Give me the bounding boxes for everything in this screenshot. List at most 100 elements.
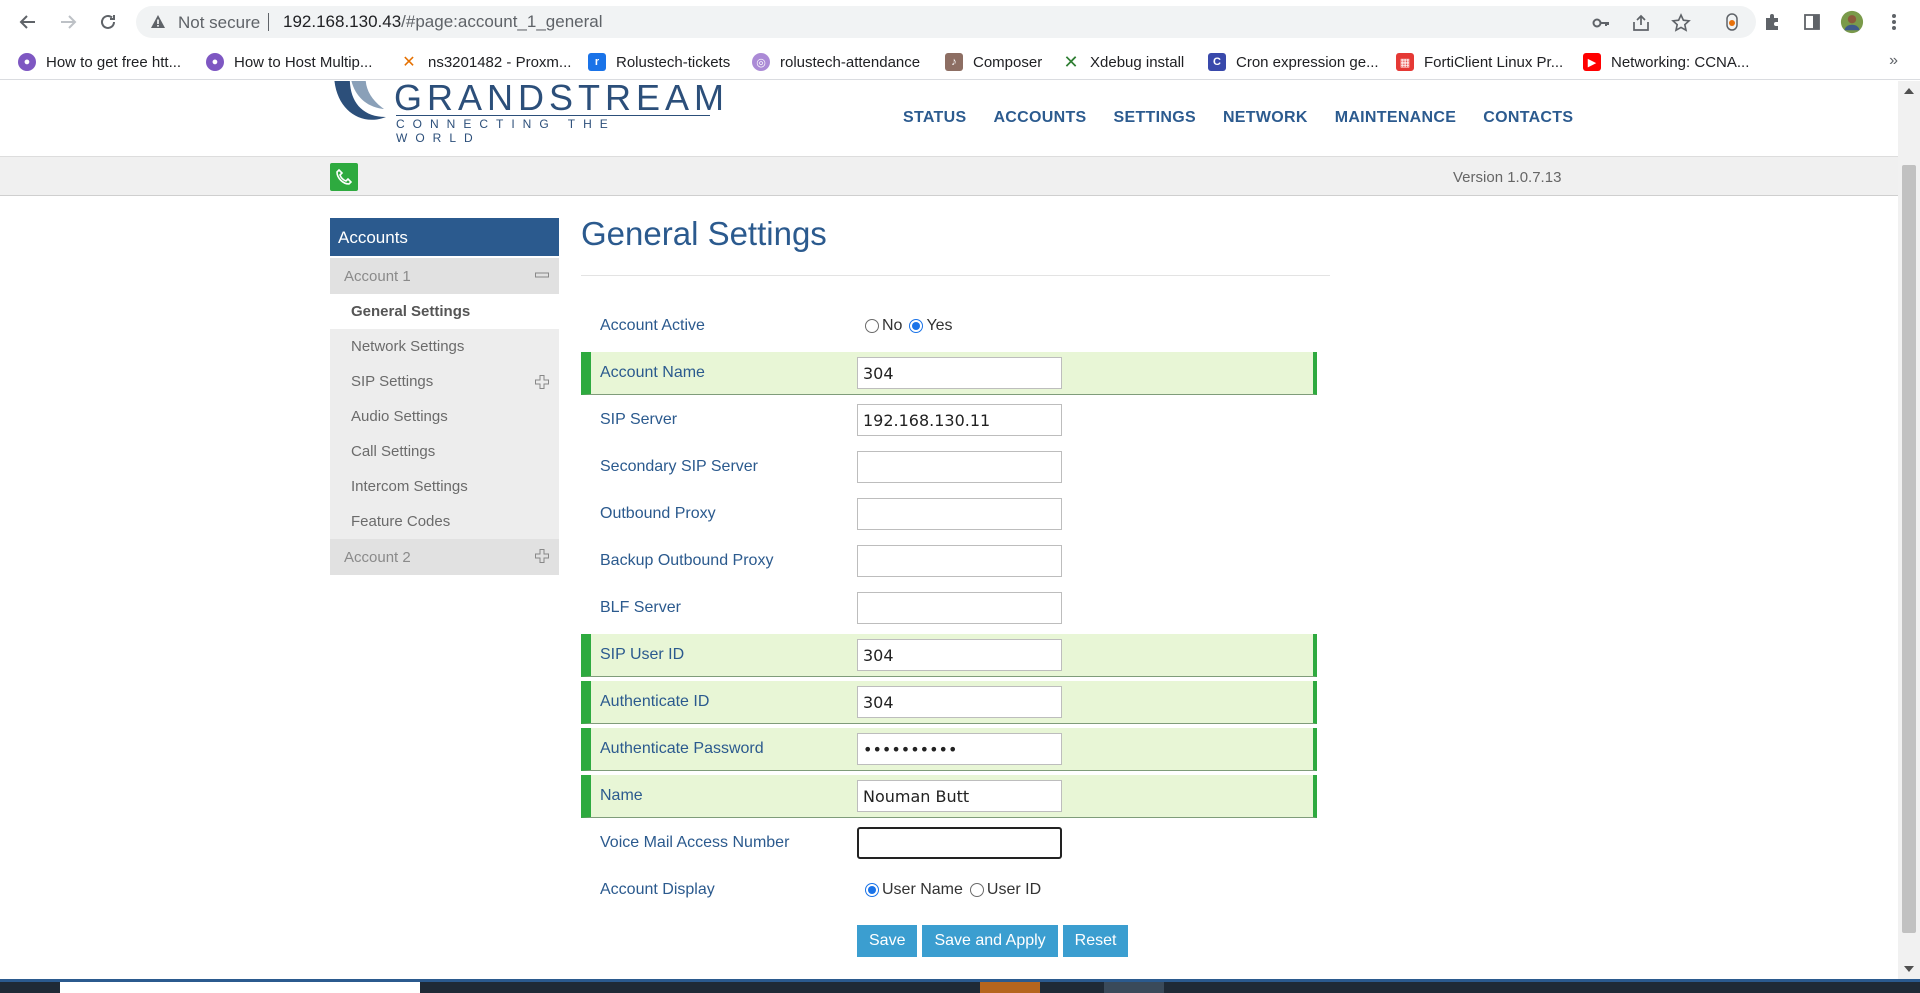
expand-plus-icon[interactable] <box>535 375 549 389</box>
menu-dots-icon[interactable] <box>1882 10 1906 34</box>
sidebar-item-feature-codes[interactable]: Feature Codes <box>330 504 559 539</box>
taskbar-item[interactable] <box>1104 982 1164 993</box>
sidebar-item-general-settings[interactable]: General Settings <box>330 294 559 329</box>
sidebar-account-1-label: Account 1 <box>344 268 411 285</box>
save-button[interactable]: Save <box>857 925 918 957</box>
authenticate-password-row: Authenticate Password <box>581 728 1317 771</box>
bookmark-5[interactable]: ◎ rolustech-attendance <box>752 51 920 73</box>
nav-status[interactable]: STATUS <box>903 109 966 127</box>
taskbar-item[interactable] <box>60 982 420 993</box>
extension-orange-icon[interactable] <box>1720 10 1744 34</box>
bookmark-7[interactable]: ✕ Xdebug install <box>1062 51 1184 73</box>
sip-server-row: SIP Server <box>581 399 1317 442</box>
backup-outbound-proxy-row: Backup Outbound Proxy <box>581 540 1317 583</box>
sidebar-item-audio-settings[interactable]: Audio Settings <box>330 399 559 434</box>
nav-contacts[interactable]: CONTACTS <box>1483 109 1573 127</box>
secondary-sip-server-input[interactable] <box>857 451 1062 483</box>
outbound-proxy-row: Outbound Proxy <box>581 493 1317 536</box>
account-active-radios: No Yes <box>862 317 957 335</box>
page-title: General Settings <box>581 215 827 252</box>
key-icon[interactable] <box>1590 12 1612 34</box>
bookmark-3[interactable]: ✕ ns3201482 - Proxm... <box>400 51 571 73</box>
security-label[interactable]: Not secure <box>178 13 260 33</box>
fortinet-icon: ▦ <box>1396 53 1414 71</box>
scroll-thumb[interactable] <box>1902 165 1916 933</box>
authenticate-password-input[interactable] <box>857 733 1062 765</box>
collapse-minus-icon[interactable] <box>535 268 549 282</box>
youtube-icon: ▶ <box>1583 53 1601 71</box>
back-icon[interactable] <box>14 8 42 36</box>
bookmark-star-icon[interactable] <box>1670 12 1692 34</box>
voice-mail-access-number-row: Voice Mail Access Number <box>581 822 1317 865</box>
outbound-proxy-input[interactable] <box>857 498 1062 530</box>
expand-plus-icon[interactable] <box>535 549 549 563</box>
side-panel-icon[interactable] <box>1800 10 1824 34</box>
sidebar-item-network-settings[interactable]: Network Settings <box>330 329 559 364</box>
bookmark-1[interactable]: ● How to get free htt... <box>18 51 181 73</box>
grandstream-logo[interactable]: GRANDSTREAM CONNECTING THE WORLD <box>330 81 724 145</box>
sidebar-item-call-settings[interactable]: Call Settings <box>330 434 559 469</box>
profile-avatar-icon[interactable] <box>1840 10 1864 34</box>
sidebar-item-intercom-settings[interactable]: Intercom Settings <box>330 469 559 504</box>
bookmark-2[interactable]: ● How to Host Multip... <box>206 51 372 73</box>
backup-outbound-proxy-input[interactable] <box>857 545 1062 577</box>
account-display-user-id-radio[interactable] <box>969 883 984 897</box>
url-path: /#page:account_1_general <box>401 12 603 31</box>
reload-icon[interactable] <box>94 8 122 36</box>
nav-maintenance[interactable]: MAINTENANCE <box>1335 109 1457 127</box>
save-and-apply-button[interactable]: Save and Apply <box>922 925 1058 957</box>
voice-mail-access-number-input[interactable] <box>857 827 1062 859</box>
bookmark-label: FortiClient Linux Pr... <box>1424 53 1564 71</box>
scroll-down-icon[interactable] <box>1904 965 1914 973</box>
phone-icon[interactable] <box>330 163 358 191</box>
sip-user-id-input[interactable] <box>857 639 1062 671</box>
bookmark-label: Networking: CCNA... <box>1611 53 1750 71</box>
account-active-yes-radio[interactable] <box>909 319 924 333</box>
field-label: SIP Server <box>600 411 678 428</box>
top-navigation: STATUS ACCOUNTS SETTINGS NETWORK MAINTEN… <box>903 109 1600 127</box>
logo-tagline: CONNECTING THE WORLD <box>396 115 710 145</box>
extensions-puzzle-icon[interactable] <box>1760 10 1784 34</box>
bookmark-9[interactable]: ▦ FortiClient Linux Pr... <box>1396 51 1563 73</box>
account-display-user-name-radio[interactable] <box>865 883 879 897</box>
composer-icon: ♪ <box>945 53 963 71</box>
account-active-label: Account Active <box>600 317 705 334</box>
bookmark-label: Cron expression ge... <box>1236 53 1379 71</box>
account-active-no-radio[interactable] <box>865 319 879 333</box>
share-icon[interactable] <box>1630 12 1652 34</box>
account-name-input[interactable] <box>857 357 1062 389</box>
nav-network[interactable]: NETWORK <box>1223 109 1308 127</box>
bookmark-4[interactable]: r Rolustech-tickets <box>588 51 730 73</box>
scroll-up-icon[interactable] <box>1904 87 1914 95</box>
logo-text: GRANDSTREAM <box>394 81 730 118</box>
bookmark-10[interactable]: ▶ Networking: CCNA... <box>1583 51 1749 73</box>
bookmark-label: rolustech-attendance <box>780 53 921 71</box>
sip-server-input[interactable] <box>857 404 1062 436</box>
warning-icon[interactable] <box>150 14 166 35</box>
taskbar-item[interactable] <box>980 982 1040 993</box>
secondary-sip-server-row: Secondary SIP Server <box>581 446 1317 489</box>
page-scrollbar[interactable] <box>1898 81 1920 979</box>
bookmark-8[interactable]: C Cron expression ge... <box>1208 51 1379 73</box>
authenticate-id-input[interactable] <box>857 686 1062 718</box>
title-divider <box>581 275 1330 276</box>
reset-button[interactable]: Reset <box>1062 925 1129 957</box>
forward-icon[interactable] <box>54 8 82 36</box>
name-input[interactable] <box>857 780 1062 812</box>
field-label: BLF Server <box>600 599 681 616</box>
bookmarks-overflow-button[interactable]: » <box>1889 52 1898 70</box>
url-text[interactable]: 192.168.130.43/#page:account_1_general <box>283 12 603 32</box>
sidebar-account-1[interactable]: Account 1 <box>330 258 559 294</box>
bookmark-6[interactable]: ♪ Composer <box>945 51 1042 73</box>
attendance-icon: ◎ <box>752 53 770 71</box>
sidebar-item-sip-settings[interactable]: SIP Settings <box>330 364 559 399</box>
sidebar-account-2[interactable]: Account 2 <box>330 539 559 575</box>
nav-accounts[interactable]: ACCOUNTS <box>993 109 1086 127</box>
url-host: 192.168.130.43 <box>283 12 402 31</box>
logo-swoosh-icon <box>334 81 386 120</box>
nav-settings[interactable]: SETTINGS <box>1114 109 1196 127</box>
radio-label-no: No <box>882 317 903 334</box>
address-bar[interactable]: Not secure 192.168.130.43/#page:account_… <box>136 6 1756 38</box>
blf-server-input[interactable] <box>857 592 1062 624</box>
bookmark-label: Composer <box>973 53 1043 71</box>
